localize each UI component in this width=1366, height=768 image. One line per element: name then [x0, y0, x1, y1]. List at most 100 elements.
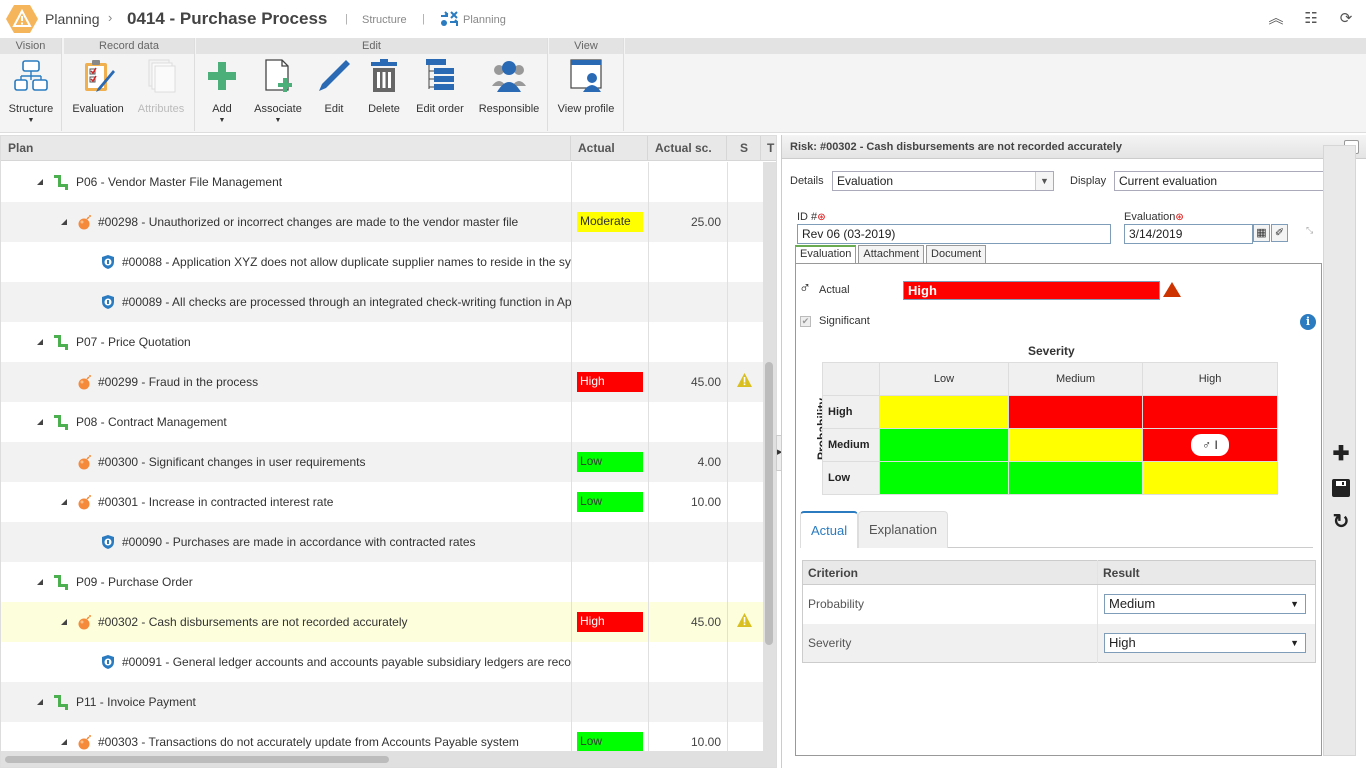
increase-triangle-icon [1163, 282, 1181, 297]
expand-toggle-icon[interactable] [37, 699, 43, 705]
table-row[interactable]: #00088 - Application XYZ does not allow … [1, 242, 763, 282]
severity-select[interactable]: High ▼ [1104, 632, 1306, 653]
matrix-cell[interactable] [879, 395, 1009, 429]
table-row[interactable]: #00089 - All checks are processed throug… [1, 282, 763, 322]
tab-explanation[interactable]: Explanation [858, 511, 948, 548]
vertical-scrollbar-thumb[interactable] [765, 362, 773, 645]
expand-toggle-icon[interactable] [61, 219, 67, 225]
details-select[interactable]: Evaluation ▼ [832, 171, 1054, 191]
collapse-up-icon[interactable]: ︽ [1267, 10, 1285, 28]
column-divider [571, 402, 572, 442]
table-row[interactable]: #00299 - Fraud in the process High 45.00 [1, 362, 763, 402]
matrix-cell[interactable] [1008, 428, 1143, 462]
plan-item-text: P11 - Invoice Payment [76, 695, 196, 709]
process-icon [54, 335, 68, 350]
matrix-cell[interactable]: ♂ I [1142, 428, 1278, 462]
refresh-icon[interactable]: ⟳ [1337, 10, 1355, 28]
plan-cell: #00088 - Application XYZ does not allow … [1, 242, 571, 282]
column-divider [648, 602, 649, 642]
column-divider [571, 282, 572, 322]
risk-bomb-icon [78, 375, 91, 390]
plan-item-text: #00300 - Significant changes in user req… [98, 455, 366, 469]
associate-button[interactable]: Associate ▼ [252, 58, 304, 124]
plan-item-text: P09 - Purchase Order [76, 575, 193, 589]
expand-toggle-icon[interactable] [61, 739, 67, 745]
clear-brush-icon[interactable]: ✐ [1271, 224, 1288, 242]
tab-evaluation[interactable]: Evaluation [795, 245, 857, 263]
criterion-result-cell: Medium ▼ [1098, 585, 1316, 624]
evaluation-date-input[interactable]: 3/14/2019 [1124, 224, 1253, 244]
expand-toggle-icon[interactable] [61, 499, 67, 505]
table-row[interactable]: P07 - Price Quotation [1, 322, 763, 362]
add-label: Add [212, 103, 232, 115]
expand-toggle-icon[interactable] [61, 619, 67, 625]
required-icon: ⊛ [1175, 212, 1184, 223]
horizontal-scrollbar-thumb[interactable] [5, 756, 389, 763]
probability-select[interactable]: Medium ▼ [1104, 594, 1306, 615]
column-header-t[interactable]: T [761, 136, 776, 161]
id-input[interactable]: Rev 06 (03-2019) [797, 224, 1111, 244]
table-row[interactable]: #00090 - Purchases are made in accordanc… [1, 522, 763, 562]
matrix-cell[interactable] [1142, 461, 1278, 495]
expand-toggle-icon[interactable] [37, 419, 43, 425]
matrix-cell[interactable] [1142, 395, 1278, 429]
table-row[interactable]: P11 - Invoice Payment [1, 682, 763, 722]
shrink-icon[interactable]: ⤡ [1306, 225, 1313, 236]
column-divider [648, 442, 649, 482]
table-row[interactable]: P06 - Vendor Master File Management [1, 162, 763, 202]
app-logo-warning-icon [6, 5, 38, 33]
marker-label: I [1214, 438, 1218, 452]
info-icon[interactable]: i [1300, 314, 1316, 330]
column-header-plan[interactable]: Plan [1, 136, 571, 161]
column-header-actual-score[interactable]: Actual sc. [648, 136, 727, 161]
current-risk-marker[interactable]: ♂ I [1191, 434, 1229, 456]
calendar-icon[interactable]: ▦ [1253, 224, 1270, 242]
attributes-button[interactable]: Attributes [134, 58, 188, 115]
responsible-button[interactable]: Responsible [476, 58, 542, 115]
expand-toggle-icon[interactable] [37, 179, 43, 185]
expand-toggle-icon[interactable] [37, 339, 43, 345]
significant-checkbox[interactable]: ✔ [800, 316, 811, 327]
table-row[interactable]: P08 - Contract Management [1, 402, 763, 442]
delete-button[interactable]: Delete [364, 58, 404, 115]
expand-toggle-icon[interactable] [37, 579, 43, 585]
view-profile-button[interactable]: View profile [555, 58, 617, 115]
save-icon[interactable] [1331, 478, 1351, 498]
matrix-cell[interactable] [1008, 461, 1143, 495]
tab-attachment[interactable]: Attachment [858, 245, 925, 263]
table-row[interactable]: P09 - Purchase Order [1, 562, 763, 602]
column-header-actual[interactable]: Actual [571, 136, 648, 161]
list-icon[interactable]: ☷ [1302, 10, 1320, 28]
ribbon-group-title: Record data [64, 38, 194, 54]
column-divider [648, 402, 649, 442]
add-icon[interactable]: ✚ [1331, 444, 1351, 464]
severity-value: High [1109, 634, 1136, 650]
matrix-cell[interactable] [1008, 395, 1143, 429]
table-row[interactable]: #00298 - Unauthorized or incorrect chang… [1, 202, 763, 242]
nav-structure-link[interactable]: Structure [362, 14, 407, 26]
actual-level-badge: Low [577, 452, 643, 472]
table-row[interactable]: #00301 - Increase in contracted interest… [1, 482, 763, 522]
table-row[interactable]: #00302 - Cash disbursements are not reco… [1, 602, 763, 642]
display-select[interactable]: Current evaluation ▼ [1114, 171, 1356, 191]
matrix-cell[interactable] [879, 428, 1009, 462]
structure-button[interactable]: Structure ▼ [6, 58, 56, 124]
evaluation-button[interactable]: Evaluation [70, 58, 126, 115]
table-row[interactable]: #00091 - General ledger accounts and acc… [1, 642, 763, 682]
undo-icon[interactable]: ↻ [1331, 512, 1351, 532]
actual-score: 45.00 [690, 375, 721, 389]
edit-button[interactable]: Edit [314, 58, 354, 115]
actual-level-badge: Low [577, 492, 643, 512]
breadcrumb-planning[interactable]: Planning [45, 11, 100, 27]
nav-planning-link[interactable]: Planning [463, 14, 506, 26]
edit-order-button[interactable]: Edit order [414, 58, 466, 115]
table-row[interactable]: #00300 - Significant changes in user req… [1, 442, 763, 482]
matrix-cell[interactable] [879, 461, 1009, 495]
column-divider [727, 642, 728, 682]
tab-actual[interactable]: Actual [800, 511, 859, 548]
tab-document[interactable]: Document [926, 245, 987, 263]
add-button[interactable]: Add ▼ [202, 58, 242, 124]
ribbon-group-edit: Edit Add ▼ Associate ▼ Edit Delete Edit … [196, 38, 548, 131]
plan-cell: P08 - Contract Management [1, 402, 571, 442]
column-header-s[interactable]: S [727, 136, 761, 161]
